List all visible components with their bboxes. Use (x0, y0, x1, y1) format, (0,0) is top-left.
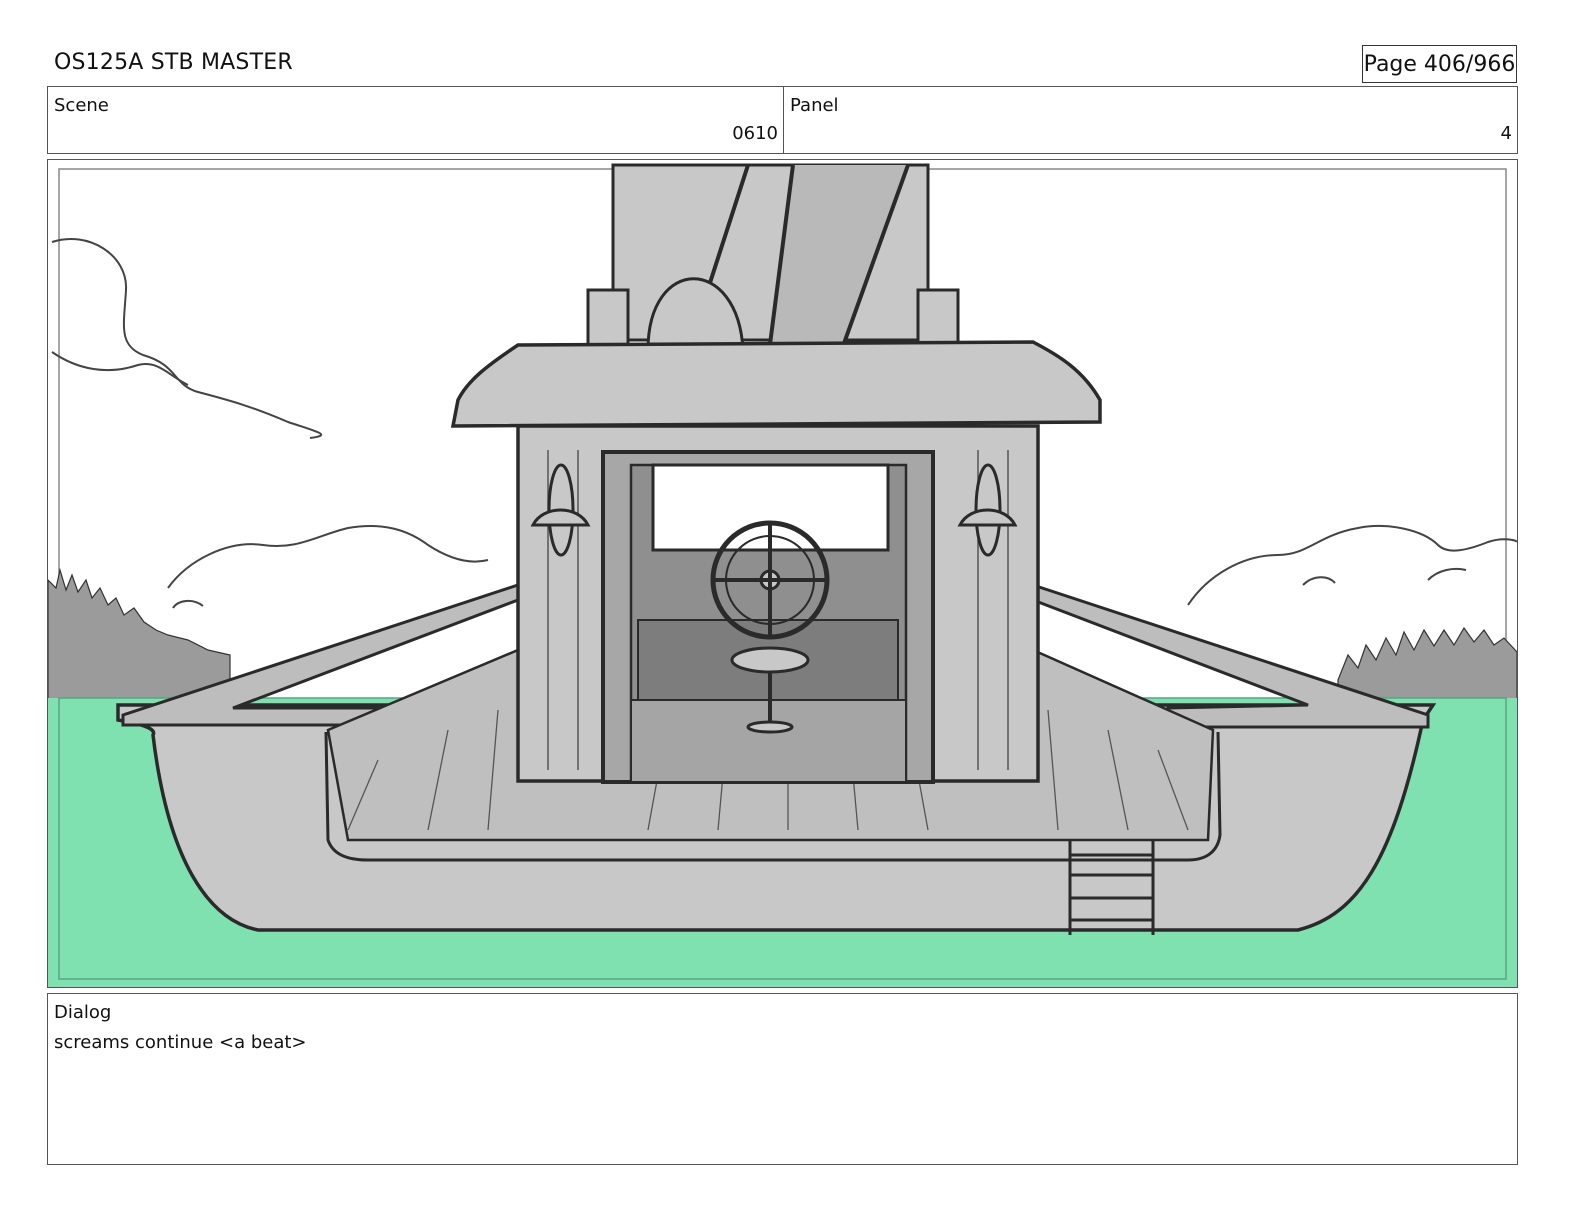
scene-cell: Scene 0610 (48, 87, 784, 153)
steering-wheel-icon (710, 520, 830, 640)
scene-panel-info: Scene 0610 Panel 4 (47, 86, 1518, 154)
document-title: OS125A STB MASTER (54, 50, 293, 75)
scene-number: 0610 (732, 123, 778, 144)
panel-number: 4 (1500, 123, 1512, 144)
dialog-box: Dialog screams continue <a beat> (47, 993, 1518, 1165)
dialog-text: screams continue <a beat> (54, 1032, 307, 1053)
scene-label: Scene (54, 95, 109, 116)
page-number: Page 406/966 (1362, 45, 1517, 83)
mast (586, 163, 960, 362)
storyboard-drawing (48, 160, 1517, 987)
panel-cell: Panel 4 (784, 87, 1517, 153)
storyboard-frame (47, 159, 1518, 988)
dialog-label: Dialog (54, 1002, 112, 1023)
panel-label: Panel (790, 95, 839, 116)
cabin-roof (450, 340, 1102, 428)
